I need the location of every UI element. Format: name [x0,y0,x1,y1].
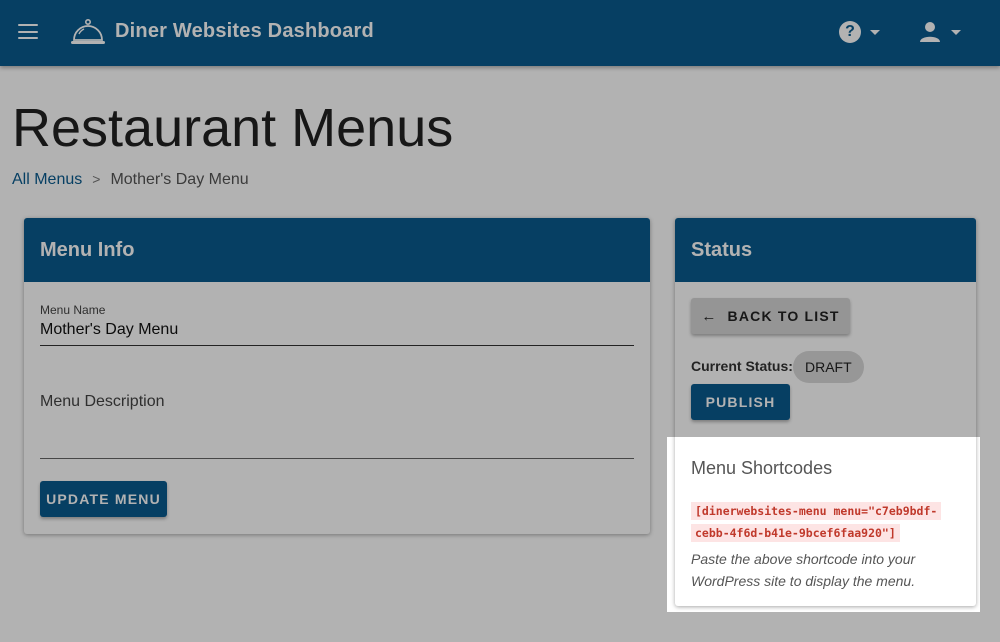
menu-name-label: Menu Name [40,303,106,317]
caret-down-icon [951,30,961,35]
account-menu[interactable] [919,21,965,45]
status-card: Status ← BACK TO LIST Current Status: DRA… [675,218,976,606]
back-to-list-button[interactable]: ← BACK TO LIST [691,298,850,334]
breadcrumb: All Menus > Mother's Day Menu [12,171,249,189]
status-header: Status [675,218,976,282]
shortcode-text[interactable]: [dinerwebsites-menu menu="c7eb9bdf-cebb-… [691,500,961,544]
dashboard-page: Diner Websites Dashboard ? Restaurant Me… [0,0,1000,642]
shortcode-help-text: Paste the above shortcode into your Word… [691,551,916,589]
status-badge: DRAFT [793,351,864,383]
hamburger-icon[interactable] [18,24,38,40]
breadcrumb-current: Mother's Day Menu [110,171,249,188]
cloche-icon [71,18,105,44]
shortcode-code: [dinerwebsites-menu menu="c7eb9bdf-cebb-… [691,502,942,542]
breadcrumb-separator: > [92,171,101,187]
help-menu[interactable]: ? [839,21,883,45]
menu-description-input[interactable] [40,418,634,459]
menu-info-header: Menu Info [24,218,650,282]
breadcrumb-all-menus[interactable]: All Menus [12,171,82,188]
menu-info-card: Menu Info Menu Name Mother's Day Menu Me… [24,218,650,534]
arrow-left-icon: ← [701,308,718,325]
update-menu-button[interactable]: UPDATE MENU [40,481,167,517]
publish-button[interactable]: PUBLISH [691,384,790,420]
app-bar: Diner Websites Dashboard ? [0,0,1000,66]
caret-down-icon [870,30,880,35]
menu-name-input[interactable]: Mother's Day Menu [40,321,634,346]
menu-description-label: Menu Description [40,393,165,410]
account-icon [920,22,940,42]
app-title: Diner Websites Dashboard [115,20,374,42]
back-to-list-label: BACK TO LIST [727,308,840,324]
help-circle-icon: ? [839,21,861,43]
menu-shortcodes-title: Menu Shortcodes [691,458,833,478]
current-status-label: Current Status: [691,358,793,374]
page-title: Restaurant Menus [12,98,454,158]
